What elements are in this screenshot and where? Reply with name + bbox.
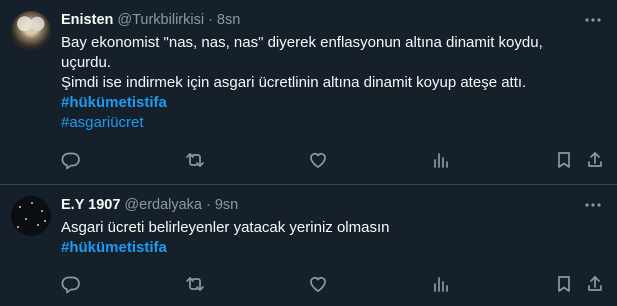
action-bar [61,274,606,294]
author-handle[interactable]: @Turkbilirkisi [117,12,204,28]
retweet-icon[interactable] [185,150,205,170]
avatar-image [15,13,47,31]
timestamp[interactable]: 9sn [215,197,238,213]
tweet-text-line: uçurdu. [61,54,112,71]
like-icon[interactable] [308,274,328,294]
tweet-text-line: Asgari ücreti belirleyenler yatacak yeri… [61,219,390,236]
hashtag-link[interactable]: #hükümetistifa [61,238,601,258]
share-icon[interactable] [585,150,605,170]
tweet[interactable]: E.Y 1907 @erdalyaka · 9sn Asgari ücreti … [0,185,617,306]
avatar[interactable] [11,196,51,236]
hashtag-link[interactable]: #hükümetistifa [61,93,601,113]
reply-icon[interactable] [61,274,81,294]
avatar-image [19,206,21,208]
timestamp[interactable]: 8sn [217,12,240,28]
reply-icon[interactable] [61,150,81,170]
separator: · [206,197,211,213]
hashtag-link[interactable]: #asgariücret [61,113,601,133]
separator: · [208,12,213,28]
bookmark-icon[interactable] [554,274,574,294]
like-icon[interactable] [308,150,328,170]
tweet-text: Bay ekonomist "nas, nas, nas" diyerek en… [61,33,601,133]
tweet-header: Enisten @Turkbilirkisi · 8sn [61,11,240,29]
tweet-text: Asgari ücreti belirleyenler yatacak yeri… [61,218,601,258]
tweet[interactable]: Enisten @Turkbilirkisi · 8sn Bay ekonomi… [0,0,617,185]
author-handle[interactable]: @erdalyaka [124,197,202,213]
share-icon[interactable] [585,274,605,294]
more-options-icon[interactable] [583,195,603,215]
action-bar [61,150,606,170]
tweet-header: E.Y 1907 @erdalyaka · 9sn [61,196,238,214]
retweet-icon[interactable] [185,274,205,294]
avatar[interactable] [11,11,51,51]
bookmark-icon[interactable] [554,150,574,170]
timeline-feed: Enisten @Turkbilirkisi · 8sn Bay ekonomi… [0,0,617,306]
views-icon[interactable] [431,274,451,294]
views-icon[interactable] [431,150,451,170]
tweet-text-line: Şimdi ise indirmek için asgari ücretlini… [61,74,527,91]
tweet-text-line: Bay ekonomist "nas, nas, nas" diyerek en… [61,34,543,51]
author-name[interactable]: E.Y 1907 [61,197,120,213]
more-options-icon[interactable] [583,10,603,30]
author-name[interactable]: Enisten [61,12,113,28]
